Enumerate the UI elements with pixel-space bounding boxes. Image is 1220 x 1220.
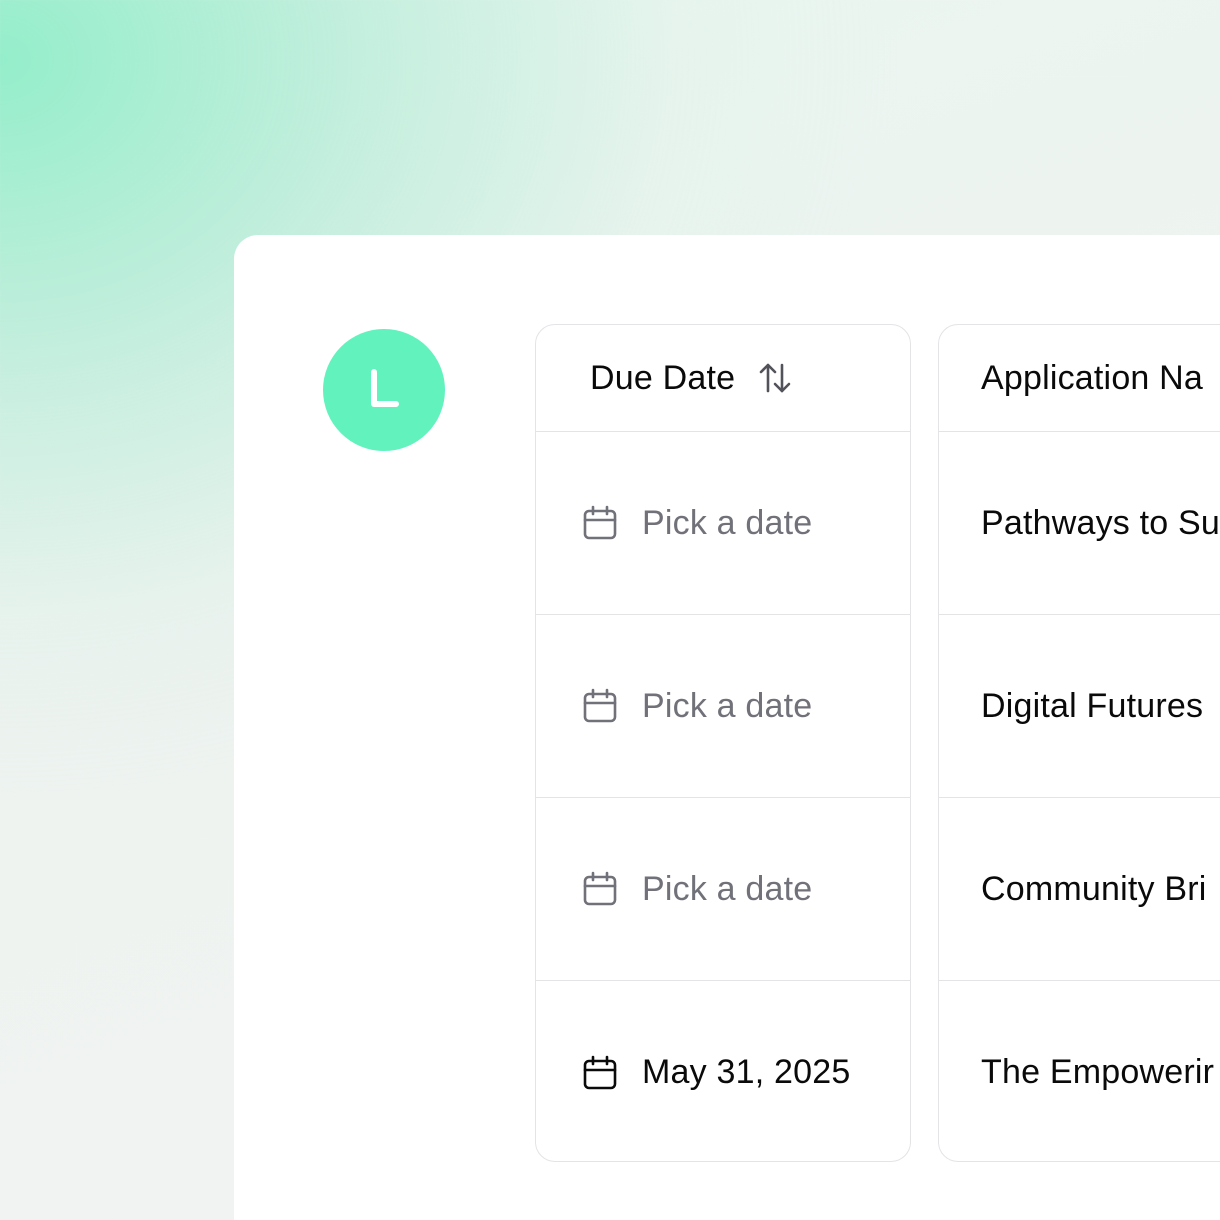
application-name-header-label: Application Na xyxy=(981,358,1204,397)
due-date-header-label: Due Date xyxy=(590,358,736,397)
due-date-header[interactable]: Due Date xyxy=(536,325,910,432)
due-date-cell[interactable]: Pick a date xyxy=(536,615,910,798)
date-picker-value: Pick a date xyxy=(642,686,813,725)
application-name-column: Application Na Pathways to Su Digital Fu… xyxy=(938,324,1220,1162)
clock-icon xyxy=(371,369,399,407)
sort-icon[interactable] xyxy=(757,360,793,396)
application-name-cell[interactable]: Pathways to Su xyxy=(939,432,1220,615)
application-name-header[interactable]: Application Na xyxy=(939,325,1220,432)
date-picker-value: May 31, 2025 xyxy=(642,1053,851,1091)
due-date-column: Due Date Pick a date Pick a date Pick a … xyxy=(535,324,911,1162)
avatar[interactable] xyxy=(323,329,445,451)
date-picker-value: Pick a date xyxy=(642,503,813,542)
calendar-icon xyxy=(582,1055,618,1091)
application-name: Pathways to Su xyxy=(981,503,1220,542)
due-date-cell[interactable]: May 31, 2025 xyxy=(536,981,910,1161)
application-name-cell[interactable]: Community Bri xyxy=(939,798,1220,981)
application-name: Community Bri xyxy=(981,869,1207,908)
application-name-cell[interactable]: The Empowerir xyxy=(939,981,1220,1161)
due-date-cell[interactable]: Pick a date xyxy=(536,798,910,981)
calendar-icon xyxy=(582,871,618,907)
application-name-cell[interactable]: Digital Futures xyxy=(939,615,1220,798)
due-date-cell[interactable]: Pick a date xyxy=(536,432,910,615)
application-name: The Empowerir xyxy=(981,1053,1215,1091)
calendar-icon xyxy=(582,505,618,541)
date-picker-value: Pick a date xyxy=(642,869,813,908)
application-name: Digital Futures xyxy=(981,686,1204,725)
calendar-icon xyxy=(582,688,618,724)
